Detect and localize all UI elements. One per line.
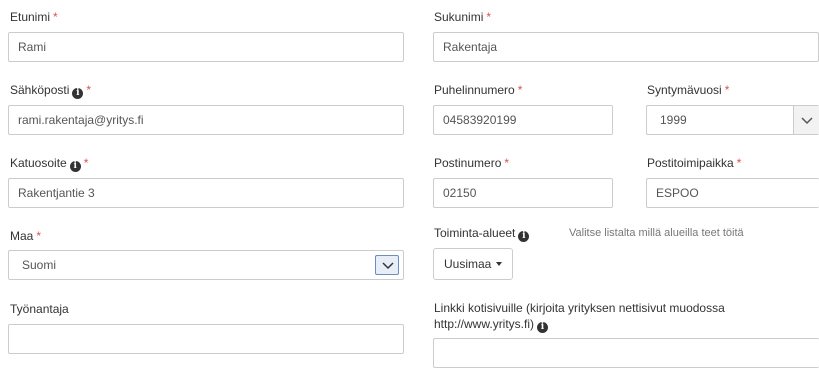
service-areas-dropdown-button[interactable]: Uusimaa (433, 248, 514, 280)
birth-year-label: Syntymävuosi * (647, 83, 730, 97)
info-circle-icon[interactable]: i (69, 161, 81, 172)
birth-year-toggle[interactable] (793, 106, 819, 134)
required-marker: * (36, 229, 42, 243)
info-circle-icon[interactable]: i (537, 322, 549, 333)
last-name-input[interactable] (433, 32, 819, 62)
info-circle-icon[interactable]: i (518, 231, 530, 242)
required-marker: * (504, 156, 510, 170)
info-circle-icon[interactable]: i (72, 88, 84, 99)
street-address-input[interactable] (8, 178, 404, 208)
postal-code-label: Postinumero * (434, 156, 510, 170)
required-marker: * (86, 83, 92, 97)
required-marker: * (486, 10, 492, 24)
chevron-down-icon (801, 117, 813, 125)
email-label: Sähköposti i * (10, 83, 92, 99)
required-marker: * (517, 83, 523, 97)
street-address-label: Katuosoite i * (10, 156, 89, 172)
required-marker: * (53, 10, 58, 24)
website-input[interactable] (433, 338, 819, 368)
chevron-down-icon (382, 262, 394, 270)
employer-label: Työnantaja (10, 302, 69, 316)
required-marker: * (736, 156, 742, 170)
country-toggle[interactable] (375, 255, 399, 275)
city-label: Postitoimipaikka * (647, 156, 742, 170)
last-name-label: Sukunimi * (434, 10, 492, 24)
country-label: Maa * (10, 229, 42, 243)
birth-year-select[interactable]: 1999 (646, 105, 819, 135)
postal-code-input[interactable] (433, 178, 613, 208)
service-areas-hint: Valitse listalta millä alueilla teet töi… (569, 227, 744, 239)
phone-input[interactable] (433, 105, 613, 135)
first-name-label: Etunimi * (10, 10, 58, 24)
caret-down-icon (496, 262, 503, 266)
required-marker: * (724, 83, 730, 97)
phone-label: Puhelinnumero * (434, 83, 523, 97)
first-name-input[interactable] (8, 32, 404, 62)
city-input[interactable] (646, 178, 819, 208)
birth-year-value: 1999 (660, 113, 687, 127)
required-marker: * (83, 156, 89, 170)
service-areas-button-label: Uusimaa (444, 257, 492, 271)
country-select[interactable]: Suomi (8, 250, 404, 280)
country-value: Suomi (22, 258, 57, 272)
employer-input[interactable] (8, 324, 404, 354)
email-input[interactable] (8, 105, 404, 135)
website-label: Linkki kotisivuille (kirjoita yrityksen … (434, 301, 725, 333)
service-areas-label: Toiminta-alueet i (434, 226, 530, 242)
